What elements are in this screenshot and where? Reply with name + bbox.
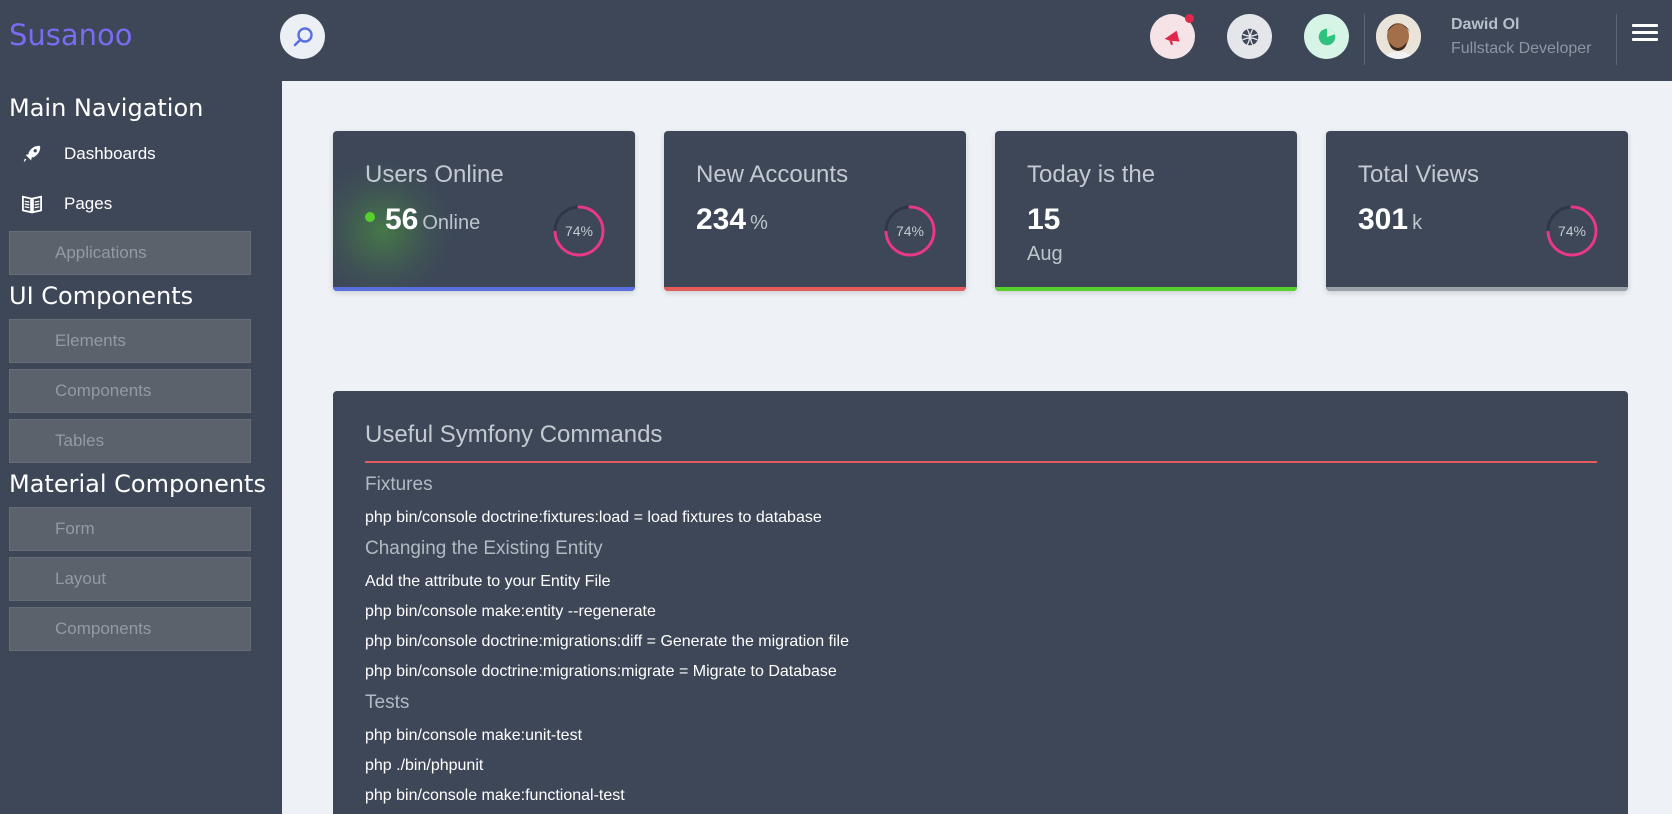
sidebar-heading-ui-components: UI Components: [9, 282, 194, 310]
sidebar-item-elements[interactable]: Elements: [9, 319, 251, 363]
card-accent-bar: [333, 287, 635, 291]
card-value: 234%: [696, 203, 768, 236]
header-divider: [1364, 14, 1365, 65]
card-value: 15: [1027, 203, 1061, 236]
card-month: Aug: [1027, 243, 1063, 265]
command-line: php bin/console doctrine:migrations:migr…: [365, 663, 837, 680]
main-content: Users Online 56 Online 74% New Accounts 2…: [282, 81, 1672, 814]
menu-button[interactable]: [1632, 20, 1658, 46]
card-value: 56 Online: [365, 203, 480, 237]
progress-percent: 74%: [1557, 223, 1587, 239]
section-heading-fixtures: Fixtures: [365, 474, 433, 495]
section-heading-tests: Tests: [365, 692, 410, 713]
card-accent-bar: [664, 287, 966, 291]
sidebar-item-dashboards[interactable]: Dashboards: [9, 132, 251, 176]
stat-card-total-views: Total Views 301 k 74%: [1326, 131, 1628, 291]
command-line: php ./bin/phpunit: [365, 757, 484, 774]
card-title: New Accounts: [696, 161, 849, 188]
megaphone-icon: [1164, 30, 1179, 45]
user-name[interactable]: Dawid Ol: [1451, 16, 1519, 34]
avatar[interactable]: [1376, 14, 1421, 59]
sidebar-heading-main-navigation: Main Navigation: [9, 94, 204, 122]
command-line: php bin/console doctrine:fixtures:load =…: [365, 509, 822, 526]
card-accent-bar: [995, 287, 1297, 291]
search-icon: [293, 26, 313, 46]
globe-button[interactable]: [1227, 14, 1272, 59]
sidebar-item-pages[interactable]: Pages: [9, 182, 251, 226]
brand-logo[interactable]: Susanoo: [9, 18, 133, 52]
card-title: Users Online: [365, 161, 504, 188]
sidebar-item-material-components[interactable]: Components: [9, 607, 251, 651]
menu-icon: [1632, 24, 1658, 41]
sidebar-item-label: Pages: [64, 194, 113, 213]
card-unit: %: [750, 212, 768, 234]
progress-percent: 74%: [564, 223, 594, 239]
panel-divider: [365, 461, 1597, 463]
command-line: php bin/console make:functional-test: [365, 787, 625, 804]
pie-chart-icon: [1318, 28, 1335, 45]
stats-button[interactable]: [1304, 14, 1349, 59]
sidebar: Main Navigation Dashboards Pages Applica…: [0, 81, 282, 814]
progress-percent: 74%: [895, 223, 925, 239]
stat-card-today: Today is the 15 Aug: [995, 131, 1297, 291]
card-unit: k: [1412, 212, 1423, 234]
sidebar-item-applications[interactable]: Applications: [9, 231, 251, 275]
section-heading-entity: Changing the Existing Entity: [365, 538, 603, 559]
command-line: php bin/console doctrine:migrations:diff…: [365, 633, 849, 650]
globe-icon: [1241, 28, 1258, 45]
card-unit: Online: [422, 212, 481, 234]
user-role: Fullstack Developer: [1451, 40, 1592, 57]
header-divider: [1616, 14, 1617, 65]
sidebar-item-form[interactable]: Form: [9, 507, 251, 551]
stat-card-new-accounts: New Accounts 234% 74%: [664, 131, 966, 291]
book-icon: [20, 194, 44, 214]
panel-title: Useful Symfony Commands: [365, 421, 663, 448]
top-header: Susanoo Dawid Ol Fullstack Developer: [0, 0, 1672, 81]
symfony-commands-panel: Useful Symfony Commands Fixtures php bin…: [333, 391, 1628, 814]
card-accent-bar: [1326, 287, 1628, 291]
notifications-button[interactable]: [1150, 14, 1195, 59]
stat-card-users-online: Users Online 56 Online 74%: [333, 131, 635, 291]
card-title: Total Views: [1358, 161, 1479, 188]
command-line: php bin/console make:unit-test: [365, 727, 583, 744]
command-line: Add the attribute to your Entity File: [365, 573, 611, 590]
online-indicator: [365, 212, 375, 223]
user-photo: [1376, 14, 1421, 59]
card-title: Today is the: [1027, 161, 1156, 188]
sidebar-item-tables[interactable]: Tables: [9, 419, 251, 463]
sidebar-item-layout[interactable]: Layout: [9, 557, 251, 601]
search-button[interactable]: [280, 14, 325, 59]
sidebar-heading-material-components: Material Components: [9, 470, 266, 498]
rocket-icon: [20, 143, 44, 165]
command-line: php bin/console make:entity --regenerate: [365, 603, 656, 620]
card-value: 301 k: [1358, 203, 1423, 236]
sidebar-item-components[interactable]: Components: [9, 369, 251, 413]
sidebar-item-label: Dashboards: [64, 144, 156, 163]
notification-dot: [1185, 14, 1194, 23]
